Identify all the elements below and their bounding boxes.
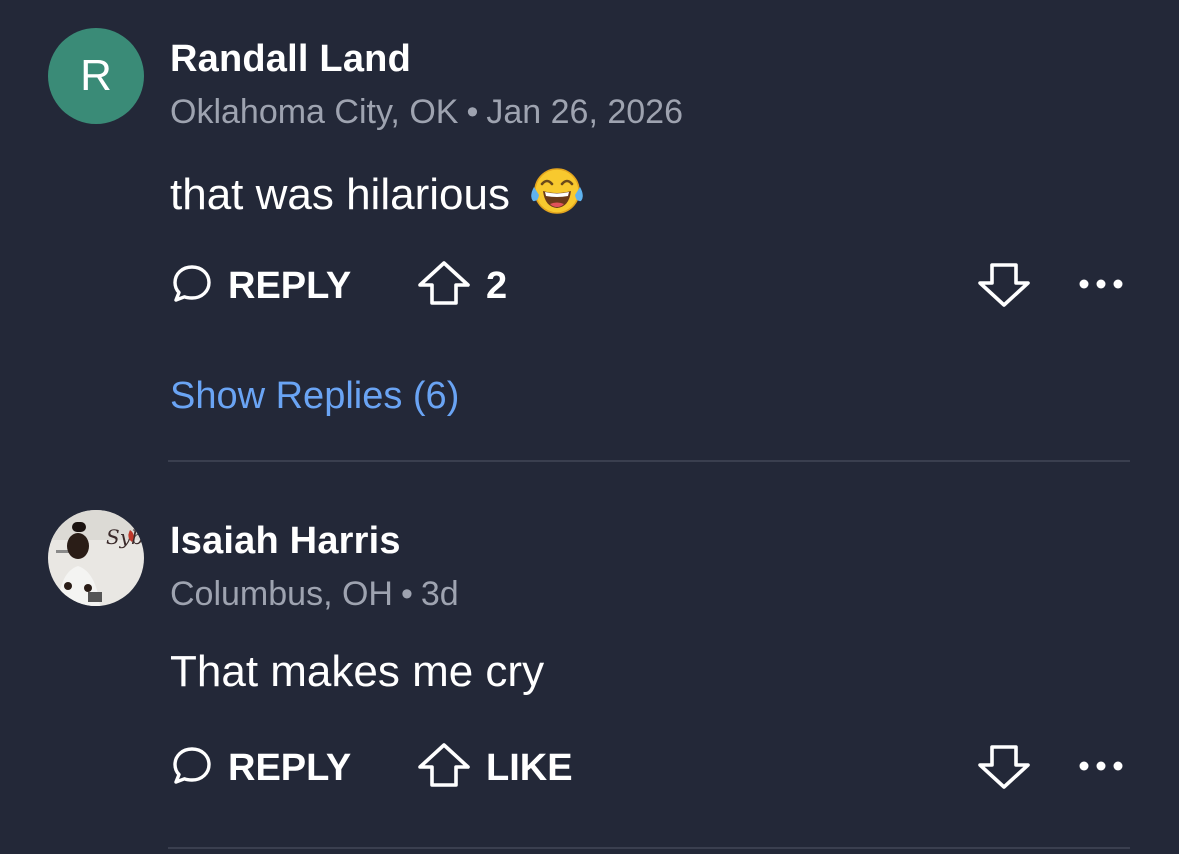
face-with-tears-of-joy-icon [528,165,586,228]
arrow-down-icon [976,259,1032,314]
comment-author[interactable]: Randall Land [170,38,411,81]
avatar-letter: R [80,51,112,100]
speech-bubble-icon [170,744,214,793]
comment-text: that was hilarious [170,165,586,228]
more-options-button[interactable] [1076,743,1126,793]
arrow-up-icon [416,259,472,314]
avatar[interactable]: R [48,28,144,124]
upvote-count: 2 [486,264,508,307]
downvote-button[interactable] [976,261,1032,311]
reply-button[interactable]: REPLY [170,261,351,311]
arrow-up-icon [416,741,472,796]
meta-separator: • [466,93,479,131]
comment-meta: Oklahoma City, OK • Jan 26, 2026 [170,93,683,132]
arrow-down-icon [976,741,1032,796]
comment-actions: REPLY 2 [170,259,1130,314]
comment-author[interactable]: Isaiah Harris [170,520,401,563]
comment: Sybau Isaiah Harris Columbus, OH•3d That… [0,462,1179,854]
comment-location: Columbus, OH [170,575,393,613]
svg-text:Sybau: Sybau [106,525,144,549]
comment-time: Jan 26, 2026 [486,93,683,131]
show-replies-link[interactable]: Show Replies (6) [170,375,459,418]
comment-text: That makes me cry [170,647,545,696]
comment-time: 3d [420,575,459,613]
like-button[interactable]: LIKE [416,741,573,796]
more-horizontal-icon [1076,756,1126,781]
comment-actions: REPLY LIKE [170,741,1130,796]
comment-meta: Columbus, OH • 3d [170,575,459,614]
downvote-button[interactable] [976,743,1032,793]
like-label: LIKE [486,746,573,789]
divider [168,847,1130,849]
comment-location: Oklahoma City, OK [170,93,459,131]
more-options-button[interactable] [1076,261,1126,311]
more-horizontal-icon [1076,274,1126,299]
upvote-button[interactable]: 2 [416,259,508,314]
profile-photo-image: Sybau [48,510,144,606]
speech-bubble-icon [170,262,214,311]
reply-label: REPLY [228,264,352,307]
reply-label: REPLY [228,746,352,789]
comment-text-content: that was hilarious [170,170,510,219]
meta-separator: • [400,575,413,613]
avatar[interactable]: Sybau [48,510,144,606]
reply-button[interactable]: REPLY [170,743,351,793]
comment: R Randall Land Oklahoma City, OK • Jan 26,… [0,0,1179,460]
